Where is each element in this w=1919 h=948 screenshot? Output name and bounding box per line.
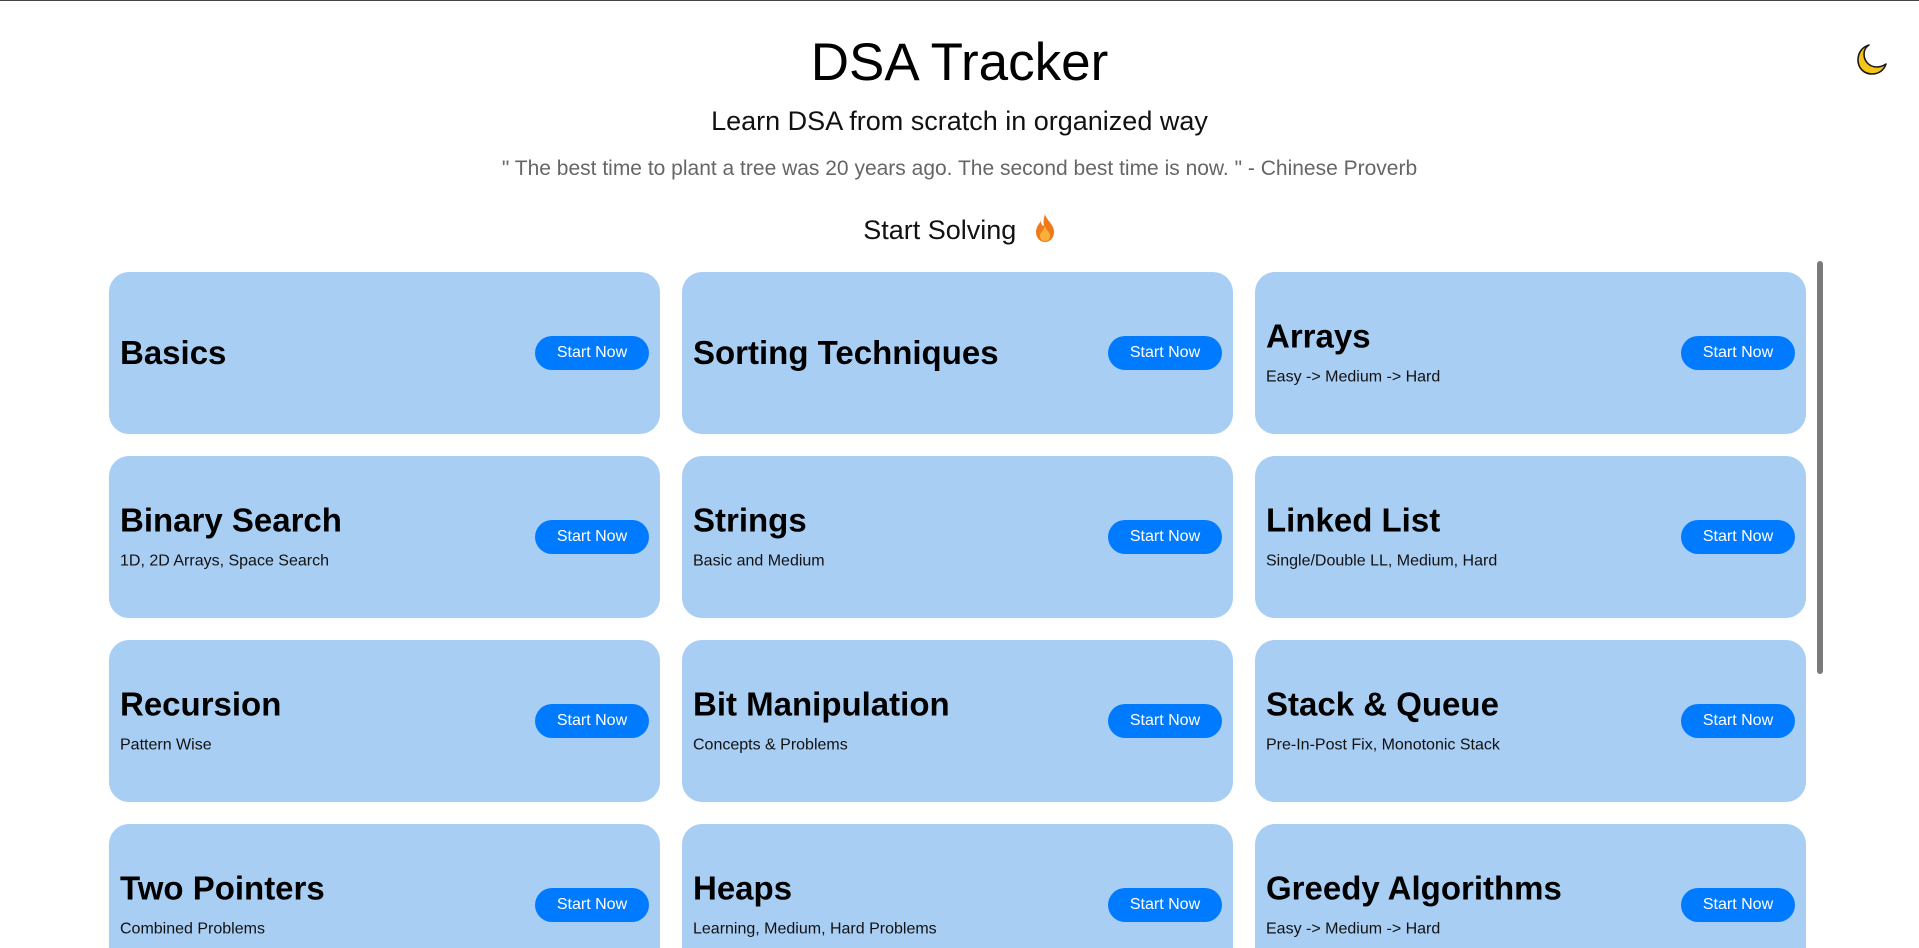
topic-card: Greedy Algorithms Easy -> Medium -> Hard…	[1255, 824, 1806, 948]
start-now-button[interactable]: Start Now	[535, 336, 649, 370]
start-now-button[interactable]: Start Now	[1108, 336, 1222, 370]
topic-card: Sorting Techniques Start Now	[682, 272, 1233, 434]
topic-title: Heaps	[693, 869, 793, 907]
topic-subtitle: 1D, 2D Arrays, Space Search	[120, 552, 329, 570]
topic-card-text: Arrays Easy -> Medium -> Hard	[1266, 318, 1440, 389]
topic-subtitle: Pre-In-Post Fix, Monotonic Stack	[1266, 736, 1500, 754]
topic-card-text: Binary Search 1D, 2D Arrays, Space Searc…	[120, 502, 342, 573]
start-now-button[interactable]: Start Now	[1108, 888, 1222, 922]
topic-subtitle: Learning, Medium, Hard Problems	[693, 920, 937, 938]
theme-toggle-button[interactable]	[1855, 42, 1889, 76]
topic-subtitle: Concepts & Problems	[693, 736, 848, 754]
topic-title: Strings	[693, 501, 807, 539]
topic-card: Two Pointers Combined Problems Start Now	[109, 824, 660, 948]
topic-card: Arrays Easy -> Medium -> Hard Start Now	[1255, 272, 1806, 434]
start-now-button[interactable]: Start Now	[1681, 520, 1795, 554]
topic-card: Basics Start Now	[109, 272, 660, 434]
topic-card-text: Stack & Queue Pre-In-Post Fix, Monotonic…	[1266, 686, 1500, 757]
topic-title: Greedy Algorithms	[1266, 869, 1562, 907]
topic-title: Recursion	[120, 685, 282, 723]
topic-subtitle: Combined Problems	[120, 920, 265, 938]
start-now-button[interactable]: Start Now	[1681, 704, 1795, 738]
topic-card-text: Bit Manipulation Concepts & Problems	[693, 686, 950, 757]
topic-title: Linked List	[1266, 501, 1441, 539]
start-now-button[interactable]: Start Now	[1108, 520, 1222, 554]
topic-title: Basics	[120, 334, 227, 371]
topic-card-text: Greedy Algorithms Easy -> Medium -> Hard	[1266, 870, 1562, 941]
start-now-button[interactable]: Start Now	[1681, 336, 1795, 370]
start-solving-heading: Start Solving	[0, 213, 1919, 251]
topic-card-text: Strings Basic and Medium	[693, 502, 825, 573]
topic-title: Sorting Techniques	[693, 334, 999, 371]
topics-grid: Basics Start Now Sorting Techniques Star…	[109, 272, 1806, 948]
start-now-button[interactable]: Start Now	[535, 704, 649, 738]
topic-card-text: Two Pointers Combined Problems	[120, 870, 325, 941]
topic-card: Heaps Learning, Medium, Hard Problems St…	[682, 824, 1233, 948]
topic-card: Bit Manipulation Concepts & Problems Sta…	[682, 640, 1233, 802]
start-now-button[interactable]: Start Now	[1681, 888, 1795, 922]
topic-card: Binary Search 1D, 2D Arrays, Space Searc…	[109, 456, 660, 618]
page-title: DSA Tracker	[810, 33, 1109, 92]
topic-card-text: Basics	[120, 334, 226, 372]
topic-title: Two Pointers	[120, 869, 325, 907]
topic-card: Recursion Pattern Wise Start Now	[109, 640, 660, 802]
topic-title: Stack & Queue	[1266, 685, 1499, 723]
topic-card: Linked List Single/Double LL, Medium, Ha…	[1255, 456, 1806, 618]
topic-subtitle: Easy -> Medium -> Hard	[1266, 368, 1441, 386]
scrollbar-thumb[interactable]	[1817, 261, 1823, 674]
topic-subtitle: Basic and Medium	[693, 552, 825, 570]
topic-title: Binary Search	[120, 501, 342, 539]
moon-icon	[1855, 44, 1889, 80]
start-now-button[interactable]: Start Now	[535, 888, 649, 922]
topics-scroll-area[interactable]: Basics Start Now Sorting Techniques Star…	[0, 262, 1919, 948]
window-top-border	[0, 0, 1919, 1]
topic-card-text: Heaps Learning, Medium, Hard Problems	[693, 870, 937, 941]
topic-title: Bit Manipulation	[693, 685, 950, 723]
topic-card-text: Sorting Techniques	[693, 334, 999, 372]
topic-card-text: Recursion Pattern Wise	[120, 686, 281, 757]
topic-subtitle: Single/Double LL, Medium, Hard	[1266, 552, 1498, 570]
topic-card: Strings Basic and Medium Start Now	[682, 456, 1233, 618]
motivational-quote: " The best time to plant a tree was 20 y…	[501, 157, 1418, 180]
fire-icon	[1034, 213, 1056, 251]
start-now-button[interactable]: Start Now	[535, 520, 649, 554]
start-now-button[interactable]: Start Now	[1108, 704, 1222, 738]
page-tagline: Learn DSA from scratch in organized way	[711, 106, 1208, 136]
topic-card-text: Linked List Single/Double LL, Medium, Ha…	[1266, 502, 1497, 573]
topic-title: Arrays	[1266, 317, 1371, 355]
topic-card: Stack & Queue Pre-In-Post Fix, Monotonic…	[1255, 640, 1806, 802]
topic-subtitle: Pattern Wise	[120, 736, 212, 754]
topic-subtitle: Easy -> Medium -> Hard	[1266, 920, 1441, 938]
start-solving-label: Start Solving	[863, 215, 1017, 245]
